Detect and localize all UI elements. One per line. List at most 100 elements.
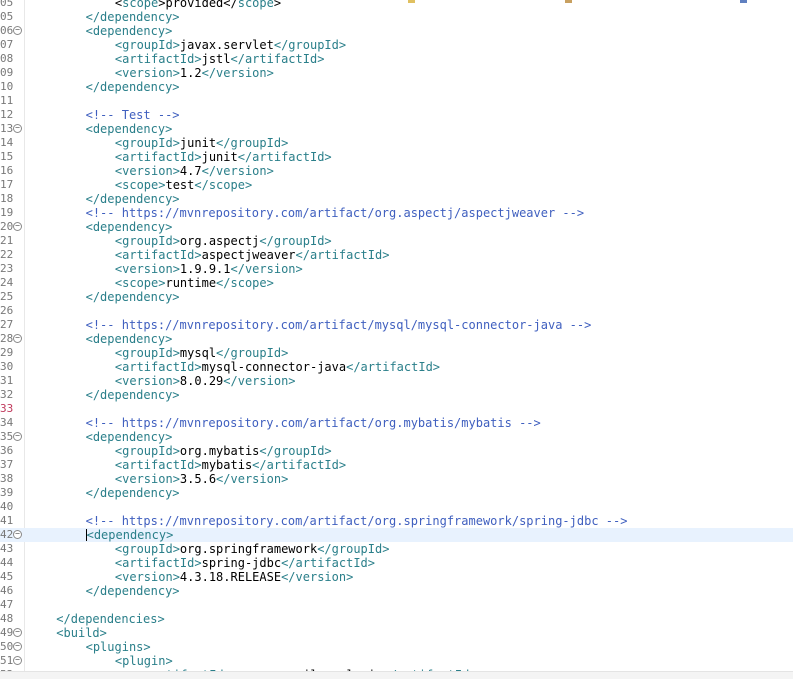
- code-line[interactable]: 05 <scope>provided</scope>: [0, 0, 793, 10]
- code-line[interactable]: 50<plugins>: [0, 640, 793, 654]
- code-line[interactable]: 47: [0, 598, 793, 612]
- code-line[interactable]: 45 <version>4.3.18.RELEASE</version>: [0, 570, 793, 584]
- code-line[interactable]: 24 <scope>runtime</scope>: [0, 276, 793, 290]
- xml-text: junit: [201, 150, 238, 164]
- code-line[interactable]: 44 <artifactId>spring-jdbc</artifactId>: [0, 556, 793, 570]
- xml-text: org.aspectj: [179, 234, 260, 248]
- xml-text: runtime: [165, 276, 217, 290]
- code-text: <artifactId>mybatis</artifactId>: [115, 458, 346, 472]
- line-number: 25: [0, 290, 14, 303]
- code-line[interactable]: 22 <artifactId>aspectjweaver</artifactId>: [0, 248, 793, 262]
- code-line[interactable]: 28<dependency>: [0, 332, 793, 346]
- fold-toggle-icon[interactable]: [13, 656, 22, 665]
- code-line[interactable]: 39 </dependency>: [0, 486, 793, 500]
- xml-tag: <version>: [114, 374, 180, 388]
- code-line[interactable]: 30 <artifactId>mysql-connector-java</arti…: [0, 360, 793, 374]
- code-text: </dependency>: [86, 584, 180, 598]
- line-number: 12: [0, 108, 14, 121]
- code-line[interactable]: 29 <groupId>mysql</groupId>: [0, 346, 793, 360]
- xml-comment: <!-- https://mvnrepository.com/artifact/…: [85, 318, 592, 332]
- code-line[interactable]: 32 </dependency>: [0, 388, 793, 402]
- code-text: <scope>test</scope>: [115, 178, 252, 192]
- xml-tag: </dependency>: [85, 80, 180, 94]
- xml-source-editor[interactable]: 05 <scope>provided</scope> 05 </dependency>…: [0, 0, 793, 679]
- xml-tag: <artifactId>: [114, 248, 202, 262]
- fold-toggle-icon[interactable]: [13, 530, 22, 539]
- fold-toggle-icon[interactable]: [13, 124, 22, 133]
- line-number: 36: [0, 444, 14, 457]
- code-line[interactable]: 11: [0, 94, 793, 108]
- line-number: 46: [0, 584, 14, 597]
- code-text: </dependency>: [86, 388, 180, 402]
- code-line[interactable]: 13<dependency>: [0, 122, 793, 136]
- code-text: <dependency>: [85, 528, 173, 542]
- xml-tag: </dependency>: [85, 290, 180, 304]
- xml-text: 1.2: [179, 66, 202, 80]
- code-line[interactable]: 41 <!-- https://mvnrepository.com/artifac…: [0, 514, 793, 528]
- code-line[interactable]: 14 <groupId>junit</groupId>: [0, 136, 793, 150]
- horizontal-scrollbar[interactable]: [0, 671, 793, 679]
- code-line[interactable]: 25 </dependency>: [0, 290, 793, 304]
- line-number: 21: [0, 234, 14, 247]
- xml-tag: </artifactId>: [281, 556, 375, 570]
- code-line[interactable]: 06<dependency>: [0, 24, 793, 38]
- code-line[interactable]: 49<build>: [0, 626, 793, 640]
- code-line[interactable]: 17 <scope>test</scope>: [0, 178, 793, 192]
- code-line[interactable]: 27 <!-- https://mvnrepository.com/artifac…: [0, 318, 793, 332]
- xml-tag: </artifactId>: [295, 248, 390, 262]
- line-number: 29: [0, 346, 14, 359]
- code-text: <version>4.3.18.RELEASE</version>: [115, 570, 353, 584]
- code-line[interactable]: 26: [0, 304, 793, 318]
- code-line[interactable]: 51<plugin>: [0, 654, 793, 668]
- code-text: <dependency>: [86, 122, 173, 136]
- xml-tag: <plugin>: [114, 654, 173, 668]
- code-line[interactable]: 42<dependency>: [0, 528, 793, 542]
- code-text: <!-- https://mvnrepository.com/artifact/…: [86, 514, 628, 528]
- code-line[interactable]: 48 </dependencies>: [0, 612, 793, 626]
- xml-tag: </dependency>: [85, 192, 180, 206]
- code-line[interactable]: 46 </dependency>: [0, 584, 793, 598]
- code-line[interactable]: 19 <!-- https://mvnrepository.com/artifac…: [0, 206, 793, 220]
- code-line[interactable]: 09 <version>1.2</version>: [0, 66, 793, 80]
- line-number: 37: [0, 458, 14, 471]
- code-line[interactable]: 16 <version>4.7</version>: [0, 164, 793, 178]
- xml-tag: <artifactId>: [114, 52, 202, 66]
- code-line[interactable]: 20<dependency>: [0, 220, 793, 234]
- xml-tag: </artifactId>: [252, 458, 347, 472]
- fold-toggle-icon[interactable]: [13, 334, 22, 343]
- xml-tag: scope: [122, 0, 159, 10]
- code-line[interactable]: 05 </dependency>: [0, 10, 793, 24]
- code-line[interactable]: 15 <artifactId>junit</artifactId>: [0, 150, 793, 164]
- xml-tag: </artifactId>: [237, 150, 332, 164]
- code-line[interactable]: 23 <version>1.9.9.1</version>: [0, 262, 793, 276]
- fold-toggle-icon[interactable]: [13, 26, 22, 35]
- code-line[interactable]: 07 <groupId>javax.servlet</groupId>: [0, 38, 793, 52]
- code-line[interactable]: 12 <!-- Test -->: [0, 108, 793, 122]
- code-line[interactable]: 38 <version>3.5.6</version>: [0, 472, 793, 486]
- code-line[interactable]: 33: [0, 402, 793, 416]
- code-text: <groupId>org.aspectj</groupId>: [115, 234, 332, 248]
- fold-toggle-icon[interactable]: [13, 432, 22, 441]
- fold-toggle-icon[interactable]: [13, 222, 22, 231]
- line-number: 11: [0, 94, 14, 107]
- code-line[interactable]: 21 <groupId>org.aspectj</groupId>: [0, 234, 793, 248]
- line-number: 08: [0, 52, 14, 65]
- code-line[interactable]: 31 <version>8.0.29</version>: [0, 374, 793, 388]
- code-line[interactable]: 40: [0, 500, 793, 514]
- code-line[interactable]: 18 </dependency>: [0, 192, 793, 206]
- xml-text: aspectjweaver: [201, 248, 296, 262]
- xml-tag: </dependency>: [85, 388, 180, 402]
- line-number: 34: [0, 416, 14, 429]
- code-line[interactable]: 08 <artifactId>jstl</artifactId>: [0, 52, 793, 66]
- fold-toggle-icon[interactable]: [13, 642, 22, 651]
- code-line[interactable]: 43 <groupId>org.springframework</groupId>: [0, 542, 793, 556]
- code-line[interactable]: 34 <!-- https://mvnrepository.com/artifac…: [0, 416, 793, 430]
- code-line[interactable]: 37 <artifactId>mybatis</artifactId>: [0, 458, 793, 472]
- fold-toggle-icon[interactable]: [13, 628, 22, 637]
- xml-text: 4.3.18.RELEASE: [179, 570, 282, 584]
- xml-text: org.springframework: [179, 542, 318, 556]
- xml-text: >provided</: [158, 0, 238, 10]
- code-line[interactable]: 10 </dependency>: [0, 80, 793, 94]
- code-line[interactable]: 35<dependency>: [0, 430, 793, 444]
- code-line[interactable]: 36 <groupId>org.mybatis</groupId>: [0, 444, 793, 458]
